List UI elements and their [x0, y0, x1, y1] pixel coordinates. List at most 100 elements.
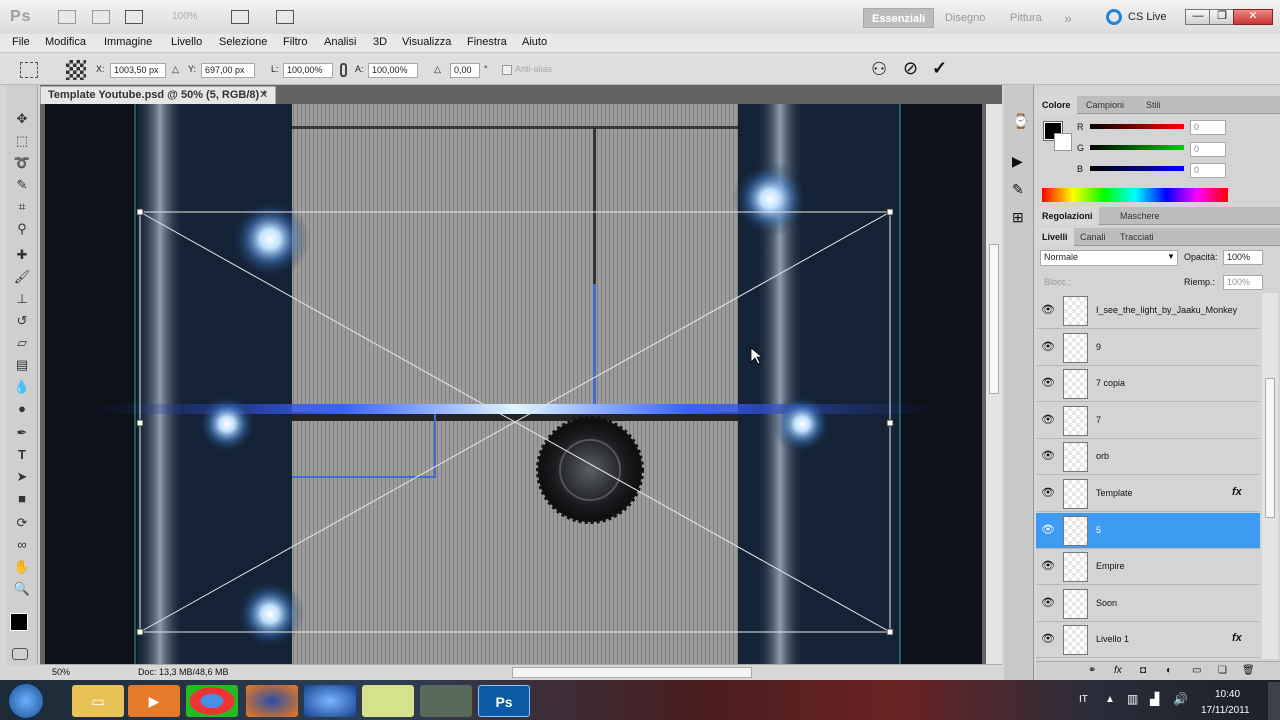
close-button[interactable]: ✕: [1233, 9, 1273, 25]
link-layers-icon[interactable]: ⚭: [1088, 665, 1096, 676]
layer-name[interactable]: Template: [1096, 488, 1133, 498]
tab-stili[interactable]: Stili: [1140, 96, 1167, 114]
tab-regolazioni[interactable]: Regolazioni: [1036, 207, 1099, 225]
reference-point-icon[interactable]: [66, 60, 86, 80]
workspace-pittura[interactable]: Pittura: [1010, 8, 1042, 28]
menu-file[interactable]: File: [12, 36, 30, 48]
workspace-essenziali[interactable]: Essenziali: [863, 8, 935, 28]
green-value-field[interactable]: 0: [1190, 142, 1226, 157]
layer-thumbnail[interactable]: [1063, 479, 1088, 509]
opacity-field[interactable]: 100%: [1223, 250, 1263, 265]
blue-value-field[interactable]: 0: [1190, 163, 1226, 178]
visibility-eye-icon[interactable]: 👁: [1041, 632, 1055, 646]
shape-tool-icon[interactable]: ■: [12, 490, 32, 508]
more-workspaces-icon[interactable]: »: [1064, 8, 1072, 28]
layer-thumbnail[interactable]: [1063, 332, 1088, 363]
visibility-eye-icon[interactable]: 👁: [1041, 559, 1055, 573]
layer-row[interactable]: 👁 orb: [1036, 439, 1260, 476]
visibility-eye-icon[interactable]: 👁: [1041, 596, 1055, 610]
start-button-icon[interactable]: [8, 683, 44, 719]
layer-effects-icon[interactable]: fx: [1232, 486, 1242, 498]
zoom-level-select[interactable]: 100%: [172, 11, 198, 22]
layer-row[interactable]: 👁 Soon: [1036, 585, 1260, 622]
explorer-app-icon[interactable]: ▭: [72, 685, 124, 717]
tab-colore[interactable]: Colore: [1036, 96, 1077, 114]
layer-row[interactable]: 👁 I_see_the_light_by_Jaaku_Monkey: [1036, 293, 1260, 329]
layer-thumbnail[interactable]: [1063, 588, 1088, 619]
adjustment-layer-icon[interactable]: ◐: [1166, 665, 1172, 676]
layer-thumbnail[interactable]: [1063, 369, 1088, 400]
dodge-tool-icon[interactable]: ●: [12, 400, 32, 418]
menu-aiuto[interactable]: Aiuto: [522, 36, 547, 48]
blue-slider[interactable]: [1090, 166, 1184, 171]
history-panel-icon[interactable]: ⌚: [1012, 113, 1029, 130]
marquee-tool-icon[interactable]: ⬚: [12, 132, 32, 150]
add-mask-icon[interactable]: ◘: [1140, 665, 1146, 676]
eraser-tool-icon[interactable]: ▱: [12, 334, 32, 352]
layer-style-icon[interactable]: fx: [1114, 665, 1122, 676]
eyedropper-tool-icon[interactable]: ⚲: [12, 220, 32, 238]
delete-layer-icon[interactable]: 🗑: [1242, 665, 1255, 676]
media-app-icon[interactable]: ▶: [128, 685, 180, 717]
clone-source-icon[interactable]: ⊞: [1012, 209, 1024, 226]
layer-name[interactable]: orb: [1096, 451, 1109, 461]
layers-scrollbar[interactable]: [1262, 293, 1278, 659]
language-indicator[interactable]: IT: [1079, 694, 1088, 705]
layers-scroll-thumb[interactable]: [1265, 378, 1275, 518]
layer-thumbnail[interactable]: [1063, 552, 1088, 583]
clone-stamp-tool-icon[interactable]: ⊥: [12, 290, 32, 308]
layer-thumbnail[interactable]: [1063, 625, 1088, 656]
layer-effects-icon[interactable]: fx: [1232, 632, 1242, 644]
fill-field[interactable]: 100%: [1223, 275, 1263, 290]
signal-tray-icon[interactable]: ▟: [1150, 692, 1159, 706]
layer-row[interactable]: 👁 Empire: [1036, 549, 1260, 586]
y-position-field[interactable]: 697,00 px: [201, 63, 255, 78]
foreground-color-swatch[interactable]: [10, 613, 28, 631]
visibility-eye-icon[interactable]: 👁: [1041, 449, 1055, 463]
tab-livelli[interactable]: Livelli: [1036, 228, 1074, 246]
rotation-field[interactable]: 0,00: [450, 63, 480, 78]
minimize-button[interactable]: —: [1185, 9, 1211, 25]
layer-name[interactable]: 7 copia: [1096, 378, 1125, 388]
layer-thumbnail[interactable]: [1063, 442, 1088, 473]
quick-select-tool-icon[interactable]: ✎: [12, 176, 32, 194]
transform-tool-icon[interactable]: [20, 62, 38, 78]
actions-panel-icon[interactable]: ▶: [1012, 153, 1023, 170]
commit-transform-icon[interactable]: ✓: [932, 58, 947, 79]
type-tool-icon[interactable]: T: [12, 446, 32, 464]
green-slider[interactable]: [1090, 145, 1184, 150]
image-canvas[interactable]: [45, 104, 982, 664]
zoom-status[interactable]: 50%: [52, 667, 70, 677]
menu-visualizza[interactable]: Visualizza: [402, 36, 451, 48]
layer-row[interactable]: 👁 Livello 1 fx: [1036, 622, 1260, 659]
tab-campioni[interactable]: Campioni: [1080, 96, 1130, 114]
chrome-app-icon[interactable]: [186, 685, 238, 717]
tab-maschere[interactable]: Maschere: [1114, 207, 1166, 225]
history-brush-tool-icon[interactable]: ↺: [12, 312, 32, 330]
layer-row[interactable]: 👁 7 copia: [1036, 366, 1260, 403]
height-scale-field[interactable]: 100,00%: [368, 63, 418, 78]
firefox-app-icon[interactable]: [246, 685, 298, 717]
color-spectrum-bar[interactable]: [1042, 188, 1228, 202]
layer-thumbnail[interactable]: [1063, 296, 1088, 326]
view-extras-icon[interactable]: [125, 10, 143, 24]
brush-tool-icon[interactable]: 🖌: [12, 268, 32, 286]
visibility-eye-icon[interactable]: 👁: [1041, 413, 1055, 427]
menu-modifica[interactable]: Modifica: [45, 36, 86, 48]
layer-name[interactable]: Empire: [1096, 561, 1125, 571]
3d-orbit-tool-icon[interactable]: ∞: [12, 536, 32, 554]
brush-panel-icon[interactable]: ✎: [1012, 181, 1024, 198]
crop-tool-icon[interactable]: ⌗: [12, 198, 32, 216]
blur-tool-icon[interactable]: 💧: [12, 378, 32, 396]
document-tab-close-icon[interactable]: ✕: [259, 88, 268, 101]
layer-name[interactable]: 9: [1096, 342, 1101, 352]
visibility-eye-icon[interactable]: 👁: [1041, 376, 1055, 390]
zoom-tool-icon[interactable]: 🔍: [12, 580, 32, 598]
tool-app-icon[interactable]: [420, 685, 472, 717]
3d-rotate-tool-icon[interactable]: ⟳: [12, 514, 32, 532]
layer-name[interactable]: 5: [1096, 525, 1101, 535]
new-group-icon[interactable]: ▭: [1192, 665, 1201, 676]
move-tool-icon[interactable]: ✥: [12, 110, 32, 128]
layer-thumbnail[interactable]: [1063, 515, 1088, 546]
cancel-transform-icon[interactable]: ⊘: [903, 58, 918, 79]
